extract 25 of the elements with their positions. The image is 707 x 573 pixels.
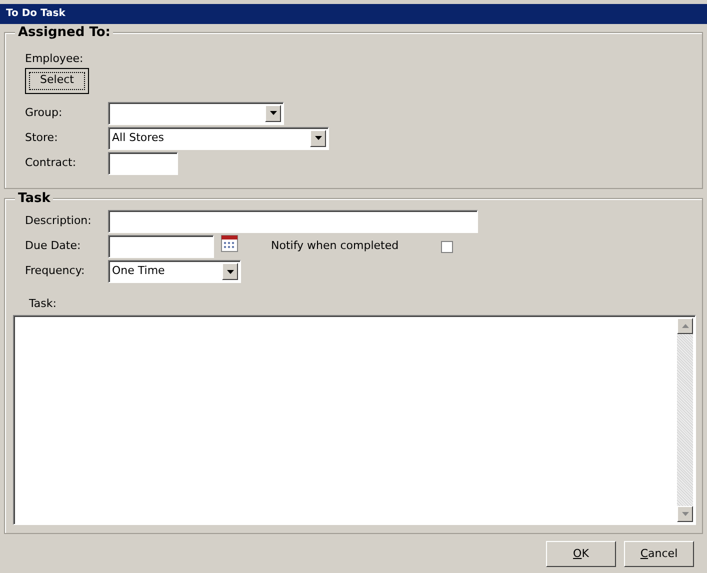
field-label: Contract: [25, 156, 76, 169]
field-label: Frequency: [25, 264, 85, 278]
calendar-icon[interactable] [221, 235, 238, 252]
contract-field[interactable] [108, 152, 178, 174]
due-date-field[interactable] [108, 235, 214, 258]
field-label: Description: [25, 214, 92, 228]
checkbox-label: Notify when completed [271, 238, 400, 254]
scroll-down-icon[interactable] [677, 506, 693, 522]
select-button[interactable]: Select [25, 68, 89, 94]
group-dropdown[interactable] [108, 102, 284, 124]
description-field[interactable] [108, 210, 478, 233]
frequency-dropdown[interactable]: One Time [108, 260, 241, 283]
field-label: Employee: [25, 52, 84, 65]
scroll-up-icon[interactable] [677, 318, 693, 334]
field-label: Store: [25, 130, 58, 144]
dialog-button[interactable]: OK [546, 541, 616, 567]
field-label: Task: [29, 297, 56, 310]
notify-checkbox[interactable] [441, 240, 453, 252]
scrollbar[interactable] [677, 318, 693, 522]
field-label: Group: [25, 106, 62, 119]
store-dropdown[interactable]: All Stores [108, 126, 329, 150]
group-title: Assigned To: [15, 25, 114, 40]
field-label: Due Date: [25, 239, 81, 252]
dialog-button[interactable]: Cancel [624, 541, 694, 567]
window-title: To Do Task [0, 4, 707, 24]
